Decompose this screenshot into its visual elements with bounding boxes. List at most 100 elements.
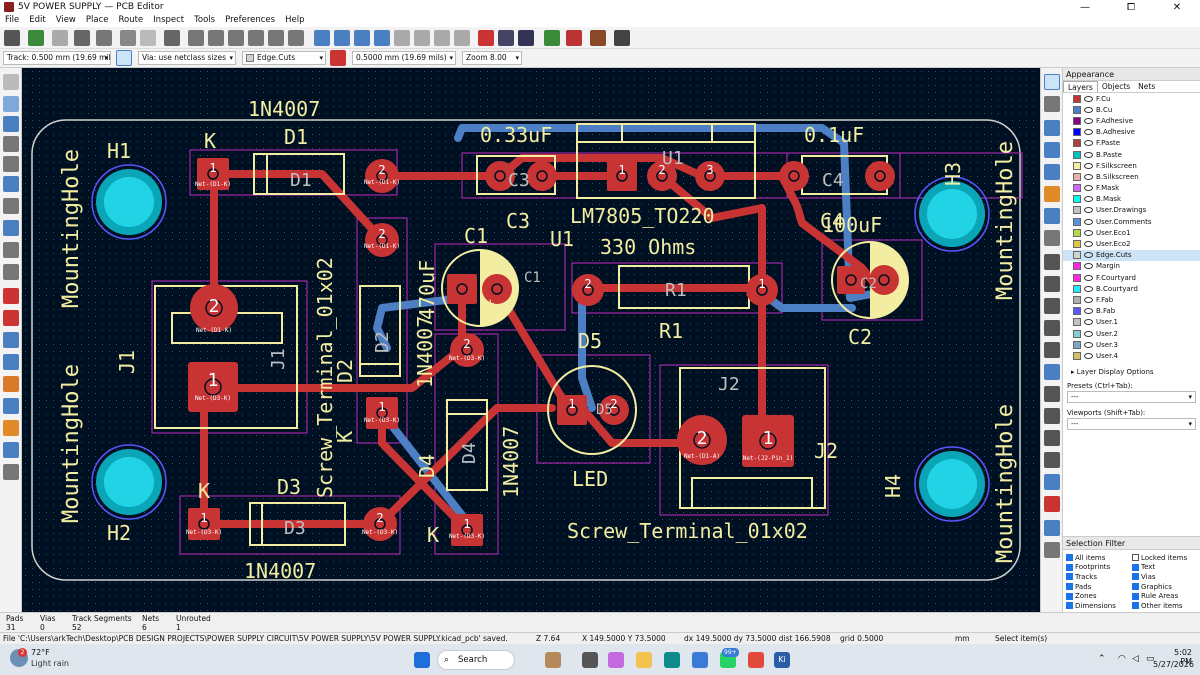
filter-locked-items[interactable]: Locked items [1132, 553, 1198, 563]
layer-color-swatch[interactable] [1073, 128, 1081, 137]
layer-row-b-paste[interactable]: B.Paste [1063, 149, 1200, 160]
delete-tool-icon[interactable] [1044, 496, 1060, 512]
layer-pair-icon[interactable] [330, 50, 346, 66]
eye-icon[interactable] [1084, 319, 1093, 326]
filter-rule-areas[interactable]: Rule Areas [1132, 591, 1198, 601]
eye-icon[interactable] [1084, 129, 1093, 136]
layer-row-user-1[interactable]: User.1 [1063, 317, 1200, 328]
schematic-icon[interactable] [590, 30, 606, 46]
presets-select[interactable]: --- ▾ [1067, 390, 1196, 403]
zoom-out-icon[interactable] [228, 30, 244, 46]
zoom-fit-icon[interactable] [248, 30, 264, 46]
layer-row-b-silkscreen[interactable]: B.Silkscreen [1063, 171, 1200, 182]
plot-icon[interactable] [96, 30, 112, 46]
checkbox[interactable] [1066, 554, 1073, 562]
drc-icon[interactable] [566, 30, 582, 46]
tracks-outline-icon[interactable] [3, 288, 19, 304]
auto-track-width-icon[interactable] [116, 50, 132, 66]
local-ratsnest-icon[interactable] [1044, 96, 1060, 112]
add-textbox-icon[interactable] [1044, 430, 1060, 446]
filter-dimensions[interactable]: Dimensions [1066, 601, 1132, 611]
print-icon[interactable] [74, 30, 90, 46]
eye-icon[interactable] [1084, 241, 1093, 248]
layer-color-swatch[interactable] [1073, 340, 1081, 349]
draw-line-icon[interactable] [1044, 254, 1060, 270]
checkbox[interactable] [1066, 563, 1073, 571]
route-track-icon[interactable] [1044, 142, 1060, 158]
menu-place[interactable]: Place [81, 14, 114, 27]
layer-manager-icon[interactable] [3, 398, 19, 414]
filter-footprints[interactable]: Footprints [1066, 563, 1132, 573]
add-text-icon[interactable] [1044, 408, 1060, 424]
polar-coords-icon[interactable] [3, 116, 19, 132]
layer-row-f-paste[interactable]: F.Paste [1063, 138, 1200, 149]
measure-tool-icon[interactable] [1044, 542, 1060, 558]
layer-color-swatch[interactable] [1073, 307, 1081, 316]
layer-color-swatch[interactable] [1073, 184, 1081, 193]
zoom-objects-icon[interactable] [268, 30, 284, 46]
page-settings-icon[interactable] [52, 30, 68, 46]
layer-color-swatch[interactable] [1073, 273, 1081, 282]
layer-color-swatch[interactable] [1073, 295, 1081, 304]
via-size-select[interactable]: Via: use netclass sizes ▾ [138, 51, 236, 65]
mirror-icon[interactable] [374, 30, 390, 46]
units-inch-icon[interactable] [3, 136, 19, 152]
layer-color-swatch[interactable] [1073, 262, 1081, 271]
eye-icon[interactable] [1084, 95, 1093, 102]
eye-icon[interactable] [1084, 140, 1093, 147]
layer-row-user-eco1[interactable]: User.Eco1 [1063, 227, 1200, 238]
layer-row-user-3[interactable]: User.3 [1063, 339, 1200, 350]
draw-bezier-icon[interactable] [1044, 364, 1060, 380]
layer-row-user-eco2[interactable]: User.Eco2 [1063, 238, 1200, 249]
checkbox[interactable] [1132, 563, 1139, 571]
filter-text[interactable]: Text [1132, 563, 1198, 573]
tray-chevron-icon[interactable]: ⌃ [1098, 654, 1106, 664]
find-icon[interactable] [164, 30, 180, 46]
menu-inspect[interactable]: Inspect [148, 14, 189, 27]
filter-all-items[interactable]: All items [1066, 553, 1132, 563]
redo-icon[interactable] [140, 30, 156, 46]
maximize-button[interactable]: ⧠ [1108, 0, 1154, 14]
checkbox[interactable] [1066, 602, 1073, 610]
layer-row-f-adhesive[interactable]: F.Adhesive [1063, 115, 1200, 126]
filter-zones[interactable]: Zones [1066, 591, 1132, 601]
menu-view[interactable]: View [51, 14, 81, 27]
zone-outline-icon[interactable] [3, 354, 19, 370]
checkbox[interactable] [1132, 583, 1139, 591]
layer-color-swatch[interactable] [1073, 329, 1081, 338]
layer-color-swatch[interactable] [1073, 161, 1081, 170]
menu-help[interactable]: Help [280, 14, 309, 27]
draw-rectangle-icon[interactable] [1044, 298, 1060, 314]
scripting-icon[interactable] [544, 30, 560, 46]
eye-icon[interactable] [1084, 173, 1093, 180]
undo-icon[interactable] [120, 30, 136, 46]
eye-icon[interactable] [1084, 285, 1093, 292]
zone-fill-icon[interactable] [3, 332, 19, 348]
unlock-icon[interactable] [434, 30, 450, 46]
layer-row-b-adhesive[interactable]: B.Adhesive [1063, 127, 1200, 138]
search-panel-icon[interactable] [3, 464, 19, 480]
layer-color-swatch[interactable] [1073, 228, 1081, 237]
checkbox[interactable] [1066, 583, 1073, 591]
eye-icon[interactable] [1084, 106, 1093, 113]
units-mm-icon[interactable] [3, 176, 19, 192]
filter-tracks[interactable]: Tracks [1066, 572, 1132, 582]
layer-color-swatch[interactable] [1073, 116, 1081, 125]
widgets-icon[interactable] [545, 652, 561, 668]
taskbar-date[interactable]: 5/27/2026 [1153, 660, 1194, 669]
board-setup-icon[interactable] [28, 30, 44, 46]
update-pcb-icon[interactable] [498, 30, 514, 46]
select-icon[interactable] [1044, 74, 1060, 90]
checkbox[interactable] [1132, 573, 1139, 581]
checkbox[interactable] [1066, 573, 1073, 581]
eye-icon[interactable] [1084, 196, 1093, 203]
filter-vias[interactable]: Vias [1132, 572, 1198, 582]
track-width-select[interactable]: Track: 0.500 mm (19.69 mils) ▾ [3, 51, 111, 65]
layer-row-f-courtyard[interactable]: F.Courtyard [1063, 272, 1200, 283]
rotate-cw-icon[interactable] [334, 30, 350, 46]
add-footprint-icon[interactable] [1044, 120, 1060, 136]
layer-select[interactable]: Edge.Cuts ▾ [242, 51, 326, 65]
kicad-taskbar-icon[interactable]: Ki [774, 652, 790, 668]
layer-color-swatch[interactable] [1073, 94, 1081, 103]
draw-polygon-icon[interactable] [1044, 342, 1060, 358]
